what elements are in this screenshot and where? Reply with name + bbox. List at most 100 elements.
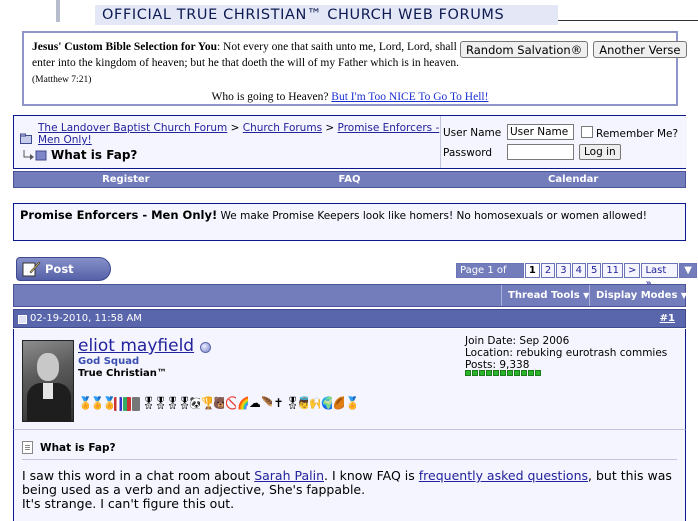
heaven-question: Who is going to Heaven? xyxy=(211,91,329,103)
post-body: What is Fap? I saw this word in a chat r… xyxy=(13,429,686,521)
medal-icon[interactable]: 🏅 xyxy=(102,396,113,411)
forum-name: Promise Enforcers - Men Only! xyxy=(20,208,218,222)
page-link[interactable]: 11 xyxy=(602,263,624,278)
thread-tools-label: Thread Tools xyxy=(508,290,580,301)
site-title: OFFICIAL TRUE CHRISTIAN™ CHURCH WEB FORU… xyxy=(102,7,505,23)
offline-status-icon xyxy=(200,342,211,353)
cloud-icon[interactable]: ☁ xyxy=(249,396,260,411)
display-modes-label: Display Modes xyxy=(596,290,678,301)
post-message: I saw this word in a chat room about Sar… xyxy=(22,469,682,511)
post-status-icon xyxy=(18,315,27,324)
password-label: Password xyxy=(443,147,493,159)
reputation-bar xyxy=(465,370,541,376)
forum-description: We make Promise Keepers look like homers… xyxy=(220,210,647,222)
rainbow-icon[interactable]: 🌈 xyxy=(237,396,248,411)
bear-icon[interactable]: 🐻 xyxy=(213,396,224,411)
ribbon-icon[interactable] xyxy=(132,397,140,411)
nav-register[interactable]: Register xyxy=(14,172,238,187)
feather-icon[interactable]: 🪶 xyxy=(261,396,272,411)
post-reply-icon xyxy=(22,261,41,277)
heaven-link[interactable]: But I'm Too NICE To Go To Hell! xyxy=(331,91,488,103)
remember-me-label[interactable]: Remember Me? xyxy=(596,128,678,140)
banner-flagpole xyxy=(56,0,60,22)
thread-arrow-icon xyxy=(23,150,47,161)
last-page-link[interactable]: Last » xyxy=(641,263,679,289)
award-medals: 🏅 🏅 🏅 🎖 🎖 🎖 🎖 🐼 🏆 🐻 🚫 🌈 ☁ 🪶 ✝ 🎖 👼 🙌 🌍 🏉 … xyxy=(78,396,356,411)
display-modes-menu[interactable]: Display Modes ▼ xyxy=(589,285,693,306)
flag-ribbon-icon[interactable] xyxy=(114,397,122,411)
flag-ribbon-icon[interactable] xyxy=(123,397,131,411)
remember-me-checkbox[interactable] xyxy=(581,126,593,138)
reputation-pip xyxy=(465,370,471,376)
avatar[interactable] xyxy=(22,340,74,422)
page-link[interactable]: 4 xyxy=(571,263,586,278)
globe-icon[interactable]: 🌍 xyxy=(321,396,332,411)
post-reply-button[interactable]: Post Reply xyxy=(16,257,111,298)
nav-calendar[interactable]: Calendar xyxy=(461,172,685,187)
medal-icon[interactable]: 🏅 xyxy=(78,396,89,411)
avatar-collar xyxy=(43,383,53,399)
password-input[interactable] xyxy=(507,144,574,160)
join-date: Join Date: Sep 2006 xyxy=(465,335,570,347)
trophy-icon[interactable]: 🏆 xyxy=(201,396,212,411)
thread-tools-bar: Thread Tools ▼ Display Modes ▼ xyxy=(13,284,687,307)
faq-link[interactable]: frequently asked questions xyxy=(419,468,588,483)
medal-icon[interactable]: 🏅 xyxy=(90,396,101,411)
thread-tools-menu[interactable]: Thread Tools ▼ xyxy=(501,285,595,306)
chevron-down-icon: ▼ xyxy=(680,291,688,300)
user-title: God Squad xyxy=(78,356,140,367)
reputation-pip xyxy=(500,370,506,376)
medal-icon[interactable]: 🎖 xyxy=(285,396,296,411)
message-text: I saw this word in a chat room about xyxy=(22,468,255,483)
navigation-table: The Landover Baptist Church Forum > Chur… xyxy=(13,115,687,169)
page-count-label: Page 1 of 41 xyxy=(456,263,524,289)
login-button[interactable]: Log in xyxy=(579,144,621,160)
nav-faq[interactable]: FAQ xyxy=(238,172,462,187)
random-salvation-button[interactable]: Random Salvation® xyxy=(460,41,589,58)
post-user-info: eliot mayfield God Squad True Christian™… xyxy=(13,329,686,429)
post-header: 02-19-2010, 11:58 AM #1 xyxy=(13,309,686,328)
medal-icon[interactable]: 🎖 xyxy=(141,396,152,411)
page-jump-dropdown[interactable]: ▼ xyxy=(679,263,697,278)
medal-icon[interactable]: 🎖 xyxy=(165,396,176,411)
username-input[interactable]: User Name xyxy=(507,124,574,140)
user-rank: True Christian™ xyxy=(78,368,167,379)
breadcrumb-separator: > xyxy=(325,122,335,134)
medal-icon[interactable]: 🏅 xyxy=(345,396,356,411)
nav-bar: Register FAQ Calendar xyxy=(13,171,686,188)
panda-icon[interactable]: 🐼 xyxy=(189,396,200,411)
breadcrumb: The Landover Baptist Church Forum > Chur… xyxy=(22,122,442,146)
breadcrumb-forum-home[interactable]: The Landover Baptist Church Forum xyxy=(38,122,227,134)
reputation-pip xyxy=(479,370,485,376)
bible-heading: Jesus' Custom Bible Selection for You xyxy=(32,41,217,53)
sarah-palin-link[interactable]: Sarah Palin xyxy=(254,468,324,483)
football-icon[interactable]: 🏉 xyxy=(333,396,344,411)
medal-icon[interactable]: 🎖 xyxy=(153,396,164,411)
next-page-link[interactable]: > xyxy=(624,263,641,278)
cross-icon[interactable]: ✝ xyxy=(273,396,284,411)
medal-icon[interactable]: 🎖 xyxy=(177,396,188,411)
post-date: 02-19-2010, 11:58 AM xyxy=(30,313,142,324)
page-link[interactable]: 5 xyxy=(586,263,602,278)
breadcrumb-church-forums[interactable]: Church Forums xyxy=(243,122,322,134)
username-link[interactable]: eliot mayfield xyxy=(78,336,194,356)
hands-icon[interactable]: 🙌 xyxy=(309,396,320,411)
document-icon xyxy=(22,441,33,454)
post-number-link[interactable]: #1 xyxy=(660,313,675,324)
reputation-pip xyxy=(514,370,520,376)
user-stats: Join Date: Sep 2006 Location: rebuking e… xyxy=(465,335,667,371)
no-symbol-icon[interactable]: 🚫 xyxy=(225,396,236,411)
bible-buttons: Random Salvation® Another Verse xyxy=(460,41,687,58)
post-divider xyxy=(22,459,677,460)
username-label: User Name xyxy=(443,127,502,139)
post-title: What is Fap? xyxy=(40,442,116,454)
another-verse-button[interactable]: Another Verse xyxy=(593,41,687,58)
page-title: What is Fap? xyxy=(51,148,138,162)
angel-icon[interactable]: 👼 xyxy=(297,396,308,411)
folder-icon[interactable] xyxy=(20,133,32,145)
page-link[interactable]: 2 xyxy=(540,263,556,278)
login-panel: User Name User Name Remember Me? Passwor… xyxy=(440,116,687,168)
message-text: . I know FAQ is xyxy=(324,468,419,483)
reputation-pip xyxy=(472,370,478,376)
page-link[interactable]: 3 xyxy=(556,263,571,278)
